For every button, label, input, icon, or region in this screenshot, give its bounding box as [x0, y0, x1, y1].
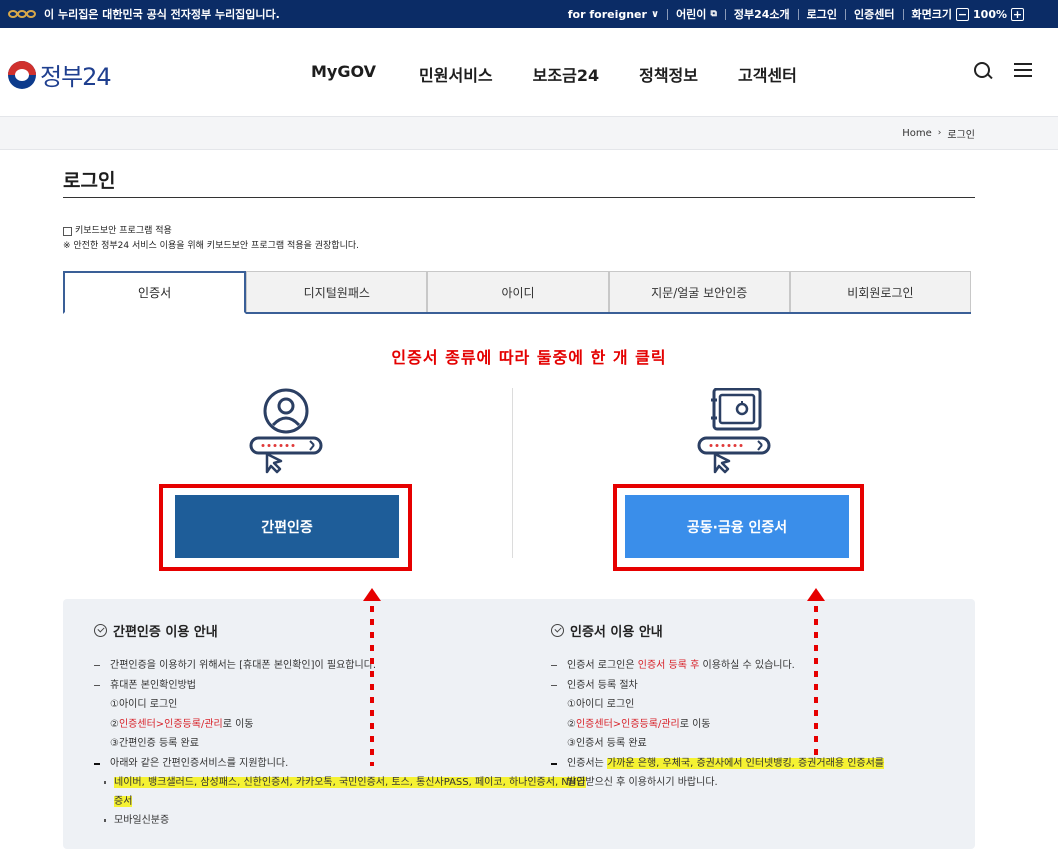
zoom-label: 화면크기 — [911, 8, 953, 21]
nav-subsidy[interactable]: 보조금24 — [533, 62, 599, 86]
provider-list-cont: 증서 — [114, 796, 133, 807]
guide-step: ①아이디 로그인 — [567, 699, 635, 710]
login-tabs: 인증서 디지털원패스 아이디 지문/얼굴 보안인증 비회원로그인 — [63, 271, 972, 314]
info-panel: 간편인증 이용 안내 간편인증을 이용하기 위해서는 [휴대폰 본인확인]이 필… — [63, 599, 975, 849]
simple-guide-title: 간편인증 이용 안내 — [113, 625, 218, 640]
provider-mobile-id: 모바일신분증 — [94, 811, 586, 830]
breadcrumb-bar: Home › 로그인 — [0, 116, 1058, 150]
guide-item: 인증서 등록 절차 — [551, 676, 884, 696]
taegeuk-logo-icon — [8, 60, 36, 89]
certificate-login-button[interactable]: 공동·금융 인증서 — [625, 495, 849, 558]
annotation-arrow-right — [807, 588, 825, 756]
hamburger-menu-icon[interactable] — [1014, 62, 1032, 78]
site-header: 정부24 MyGOV 민원서비스 보조금24 정책정보 고객센터 — [0, 28, 1058, 116]
zoom-in-button[interactable]: + — [1011, 7, 1024, 21]
tab-id[interactable]: 아이디 — [427, 271, 609, 312]
guide-step: ③인증서 등록 완료 — [567, 738, 647, 749]
keyboard-security-note: ※ 안전한 정부24 서비스 이용을 위해 키보드보안 프로그램 적용을 권장합… — [63, 241, 360, 251]
auth-center-inline-link[interactable]: 인증센터>인증등록/관리 — [576, 719, 680, 730]
search-icon[interactable] — [974, 62, 992, 80]
external-link-icon: ⧉ — [710, 9, 717, 19]
guide-item: 아래와 같은 간편인증서비스를 지원합니다. — [94, 754, 586, 774]
guide-item: 간편인증을 이용하기 위해서는 [휴대폰 본인확인]이 필요합니다. — [94, 656, 586, 676]
breadcrumb-current: 로그인 — [947, 129, 975, 141]
chevron-right-icon: › — [937, 128, 942, 138]
simple-auth-person-icon — [249, 388, 323, 474]
certificate-guide: 인증서 이용 안내 인증서 로그인은 인증서 등록 후 이용하실 수 있습니다.… — [551, 621, 884, 792]
top-banner: 이 누리집은 대한민국 공식 전자정부 누리집입니다. for foreigne… — [0, 0, 1058, 28]
kids-link[interactable]: 어린이 ⧉ — [668, 6, 725, 22]
chevron-down-icon: ∨ — [650, 8, 660, 20]
site-logo[interactable]: 정부24 — [8, 57, 112, 92]
keyboard-security-label: 키보드보안 프로그램 적용 — [75, 226, 172, 236]
nav-customer-center[interactable]: 고객센터 — [738, 62, 797, 86]
official-notice: 이 누리집은 대한민국 공식 전자정부 누리집입니다. — [44, 8, 280, 21]
nav-mygov[interactable]: MyGOV — [311, 62, 376, 86]
guide-item: 인증서는 가까운 은행, 우체국, 증권사에서 인터넷뱅킹, 증권거래용 인증서… — [551, 754, 884, 774]
nav-civil-service[interactable]: 민원서비스 — [419, 62, 493, 86]
check-circle-icon — [551, 624, 564, 637]
tab-certificate[interactable]: 인증서 — [63, 271, 247, 314]
annotation-notice: 인증서 종류에 따라 둘중에 한 개 클릭 — [391, 348, 667, 367]
zoom-value: 100% — [973, 7, 1007, 21]
tab-biometric[interactable]: 지문/얼굴 보안인증 — [608, 271, 790, 312]
cert-guide-title: 인증서 이용 안내 — [570, 625, 663, 640]
guide-step: ②인증센터>인증등록/관리로 이동 — [110, 718, 254, 730]
options-divider — [512, 388, 513, 558]
government-emblem-icon — [8, 8, 38, 20]
breadcrumb-home[interactable]: Home — [902, 128, 932, 139]
keyboard-security-checkbox[interactable] — [63, 227, 72, 236]
guide-step: ①아이디 로그인 — [110, 699, 178, 710]
main-nav: MyGOV 민원서비스 보조금24 정책정보 고객센터 — [311, 62, 797, 86]
page-title: 로그인 — [63, 170, 116, 192]
guide-step: ③간편인증 등록 완료 — [110, 738, 199, 749]
nav-policy[interactable]: 정책정보 — [639, 62, 698, 86]
auth-center-inline-link[interactable]: 인증센터>인증등록/관리 — [119, 719, 223, 730]
title-divider — [63, 197, 975, 198]
guide-item: 인증서 로그인은 인증서 등록 후 이용하실 수 있습니다. — [551, 656, 884, 676]
foreigner-link[interactable]: for foreigner ∨ — [560, 8, 667, 21]
keyboard-security: 키보드보안 프로그램 적용 ※ 안전한 정부24 서비스 이용을 위해 키보드보… — [63, 224, 359, 254]
tab-digital-onepass[interactable]: 디지털원패스 — [246, 271, 428, 312]
certificate-safe-icon — [697, 388, 771, 474]
breadcrumb: Home › 로그인 — [902, 117, 975, 149]
zoom-out-button[interactable]: − — [956, 7, 970, 21]
logo-text: 정부24 — [40, 63, 112, 91]
simple-auth-guide: 간편인증 이용 안내 간편인증을 이용하기 위해서는 [휴대폰 본인확인]이 필… — [94, 621, 586, 830]
guide-item-cont: 발급받으신 후 이용하시기 바랍니다. — [567, 777, 718, 788]
guide-step: ②인증센터>인증등록/관리로 이동 — [567, 718, 711, 730]
guide-item: 휴대폰 본인확인방법 — [94, 676, 586, 696]
tab-guest-login[interactable]: 비회원로그인 — [789, 271, 972, 312]
zoom-control: 화면크기 − 100% + — [904, 6, 1032, 22]
auth-center-link[interactable]: 인증센터 — [846, 6, 902, 22]
about-link[interactable]: 정부24소개 — [726, 6, 798, 22]
login-link[interactable]: 로그인 — [799, 6, 845, 22]
annotation-arrow-left — [363, 588, 381, 766]
simple-auth-button[interactable]: 간편인증 — [175, 495, 399, 558]
check-circle-icon — [94, 624, 107, 637]
provider-list: 네이버, 뱅크샐러드, 삼성패스, 신한인증서, 카카오톡, 국민인증서, 토스… — [94, 773, 586, 792]
